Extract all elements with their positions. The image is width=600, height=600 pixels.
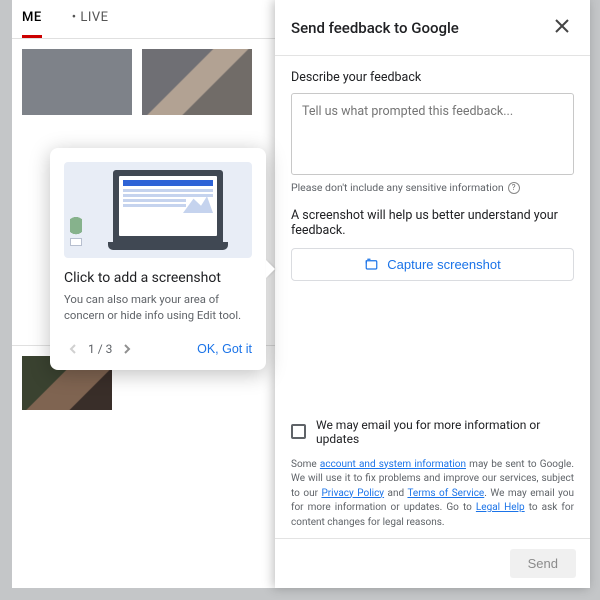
step-indicator: 1 / 3 [88, 342, 112, 356]
coach-pager: 1 / 3 [64, 340, 136, 358]
panel-header: Send feedback to Google [275, 0, 590, 56]
terms-of-service-link[interactable]: Terms of Service [407, 488, 484, 499]
capture-screenshot-button[interactable]: Capture screenshot [291, 248, 574, 281]
privacy-policy-link[interactable]: Privacy Policy [321, 488, 384, 499]
legal-text: Some account and system information may … [291, 458, 574, 531]
coach-title: Click to add a screenshot [64, 270, 252, 286]
legal-help-link[interactable]: Legal Help [476, 502, 525, 513]
close-icon [554, 18, 570, 34]
chevron-left-icon [68, 344, 78, 354]
next-button[interactable] [118, 340, 136, 358]
screenshot-icon [364, 257, 379, 272]
coach-body: You can also mark your area of concern o… [64, 292, 252, 324]
panel-footer: Send [275, 538, 590, 588]
coach-tooltip: Click to add a screenshot You can also m… [50, 148, 266, 370]
email-opt-in-label: We may email you for more information or… [316, 418, 574, 446]
feedback-panel: Send feedback to Google Describe your fe… [275, 0, 590, 588]
describe-label: Describe your feedback [291, 70, 574, 85]
chevron-right-icon [122, 344, 132, 354]
close-button[interactable] [550, 14, 574, 41]
feedback-textarea[interactable] [291, 93, 574, 175]
send-button[interactable]: Send [510, 549, 576, 578]
email-opt-in-row[interactable]: We may email you for more information or… [291, 418, 574, 446]
panel-title: Send feedback to Google [291, 19, 459, 37]
illustration [64, 162, 252, 258]
help-icon[interactable]: ? [508, 182, 520, 194]
ok-got-it-button[interactable]: OK, Got it [197, 342, 252, 356]
screenshot-paragraph: A screenshot will help us better underst… [291, 208, 574, 238]
checkbox-icon[interactable] [291, 424, 306, 439]
sensitive-hint: Please don't include any sensitive infor… [291, 181, 574, 194]
prev-button[interactable] [64, 340, 82, 358]
account-info-link[interactable]: account and system information [320, 459, 466, 470]
